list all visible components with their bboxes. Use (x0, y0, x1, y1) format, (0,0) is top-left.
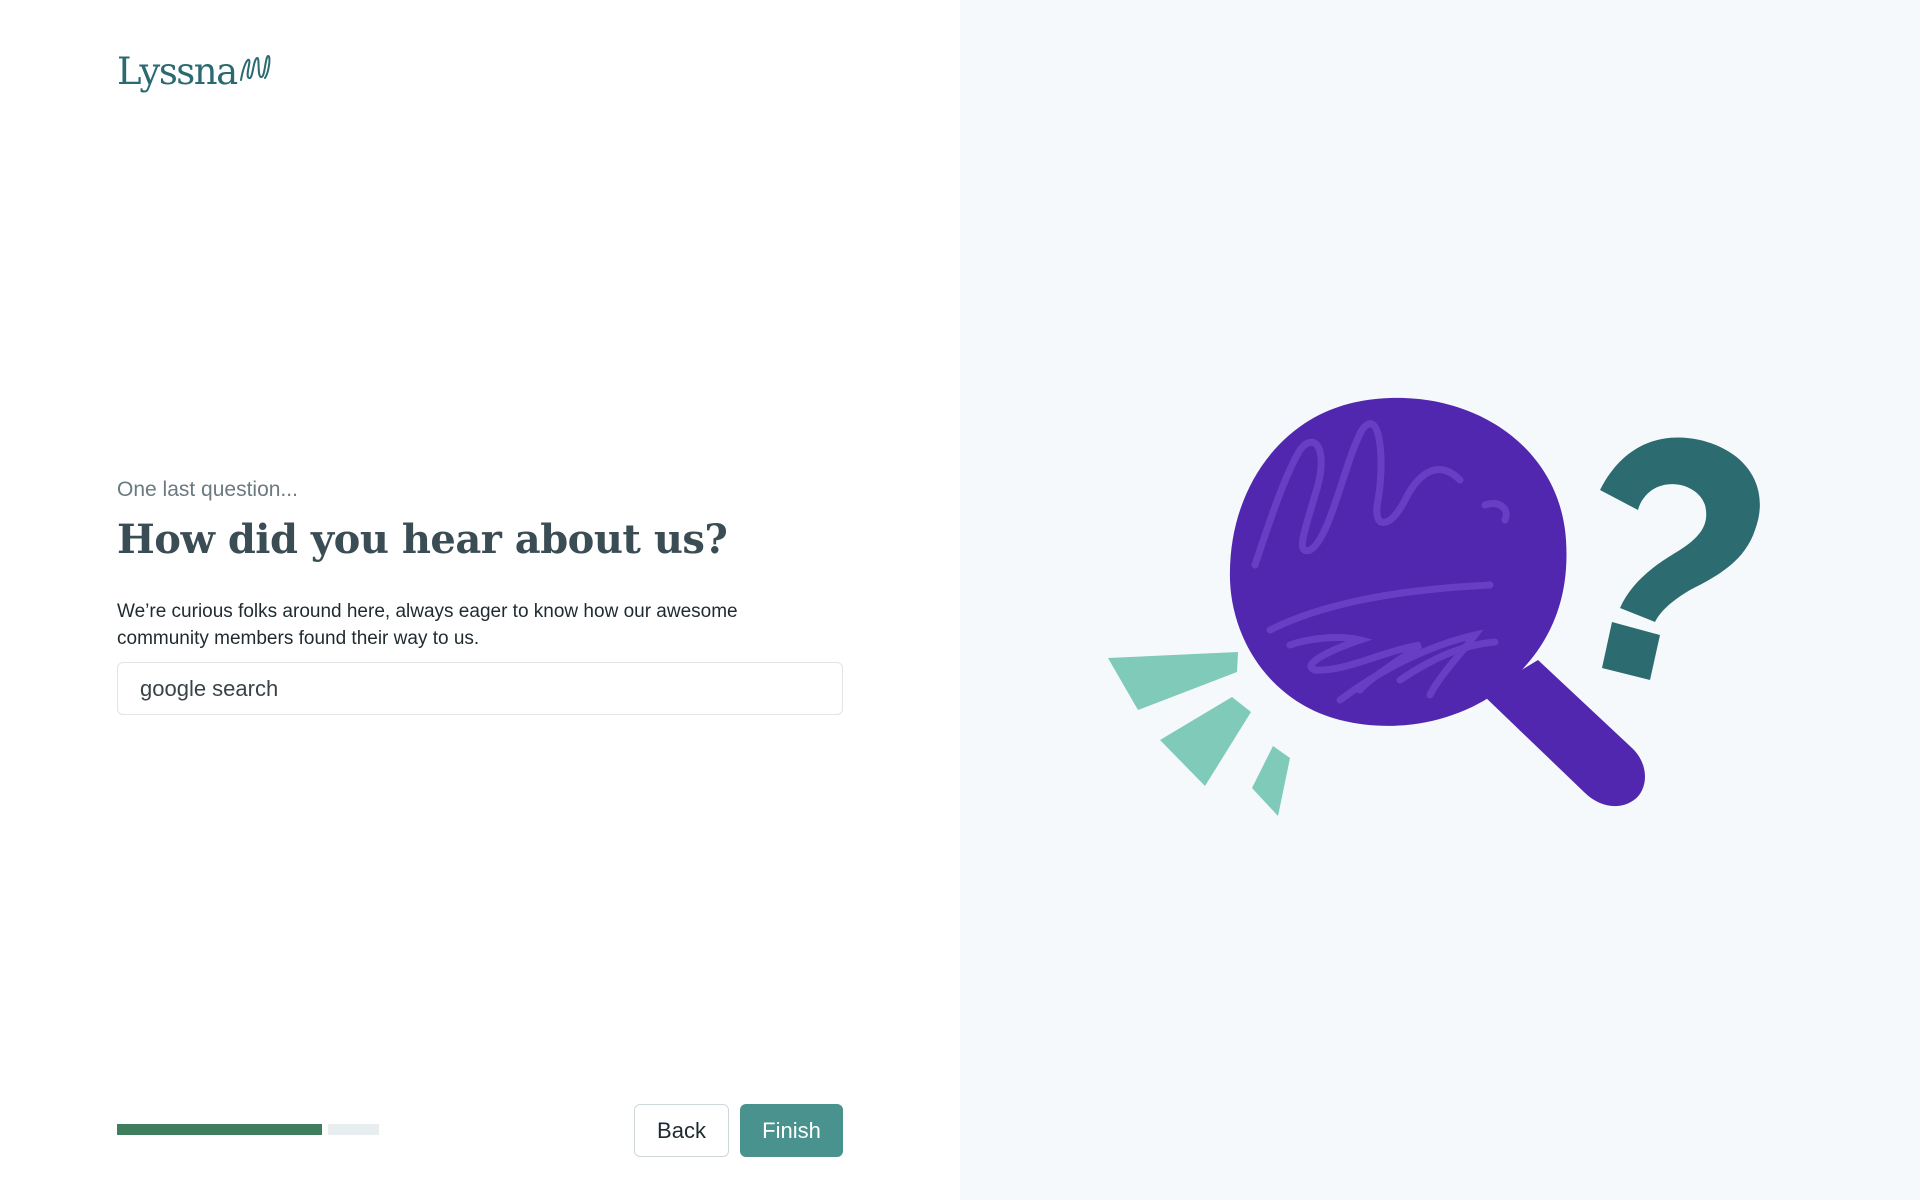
form-panel: Lyssna One last question... How did you … (0, 0, 960, 1200)
referral-source-input[interactable] (117, 662, 843, 715)
back-button[interactable]: Back (634, 1104, 729, 1157)
finish-button[interactable]: Finish (740, 1104, 843, 1157)
magnifying-glass-icon (1229, 397, 1645, 807)
brand-squiggle-icon (239, 54, 271, 81)
sparkle-rays-icon (1108, 652, 1290, 816)
page-title: How did you hear about us? (117, 516, 728, 563)
brand-logo[interactable]: Lyssna (117, 40, 273, 90)
progress-remaining (328, 1124, 379, 1135)
progress-completed (117, 1124, 322, 1135)
progress-bar (117, 1124, 379, 1135)
step-eyebrow: One last question... (117, 478, 298, 501)
question-description: We’re curious folks around here, always … (117, 601, 738, 649)
brand-logo-text: Lyssna (117, 50, 238, 93)
illustration (1108, 397, 1760, 816)
question-mark-icon (1600, 437, 1760, 680)
